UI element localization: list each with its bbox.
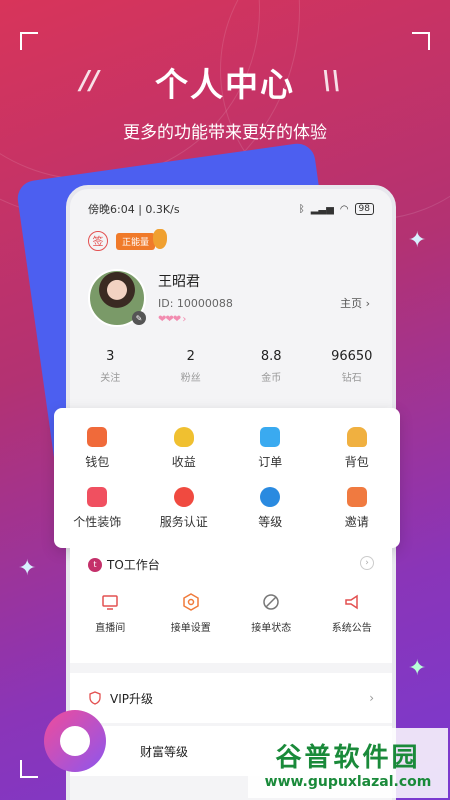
shirt-icon <box>87 486 108 507</box>
stat-value: 8.8 <box>260 349 282 364</box>
stats-row: 3 关注 2 粉丝 8.8 金币 96650 钻石 <box>70 327 392 384</box>
menu-item-invite[interactable]: 邀请 <box>314 478 401 538</box>
watermark-url: www.gupuxlazal.com <box>264 773 432 790</box>
wallet-icon <box>87 426 108 447</box>
workbench-item-order-status[interactable]: 接单状态 <box>231 593 312 634</box>
workbench-logo-icon: t <box>88 557 102 572</box>
menu-item-decoration[interactable]: 个性装饰 <box>54 478 141 538</box>
stat-coins[interactable]: 8.8 金币 <box>231 349 312 384</box>
workbench-item-label: 接单设置 <box>170 623 211 634</box>
order-settings-icon <box>183 593 199 611</box>
menu-item-certification[interactable]: 服务认证 <box>141 478 228 538</box>
stat-value: 2 <box>186 349 195 364</box>
menu-item-backpack[interactable]: 背包 <box>314 418 401 478</box>
edit-icon: ✎ <box>132 311 146 325</box>
workbench-title: TO工作台 <box>107 558 160 572</box>
vip-upgrade-row[interactable]: VIP升级 › <box>70 673 392 723</box>
workbench-item-announcement[interactable]: 系统公告 <box>312 593 393 634</box>
wifi-icon: ◠ <box>339 203 349 215</box>
chevron-right-icon: › <box>365 297 370 310</box>
chevron-right-icon[interactable]: › <box>360 556 374 570</box>
order-status-icon <box>263 594 279 610</box>
menu-item-wallet[interactable]: 钱包 <box>54 418 141 478</box>
status-bar: 傍晚6:04 | 0.3K/s ᛒ ▂▃▅ ◠ 98 <box>70 189 392 217</box>
certification-icon <box>173 486 194 507</box>
stat-label: 关注 <box>100 373 121 384</box>
app-screenshot: // \\ 个人中心 更多的功能带来更好的体验 ✦ ✦ ✦ ✦ 傍晚6:04 |… <box>0 0 450 800</box>
homepage-link[interactable]: 主页 › <box>340 295 370 311</box>
menu-label: 背包 <box>344 454 369 469</box>
workbench-item-label: 接单状态 <box>251 623 292 634</box>
vip-shield-icon <box>89 691 101 705</box>
stat-following[interactable]: 3 关注 <box>70 349 151 384</box>
moneybag-icon <box>173 426 194 447</box>
backpack-icon <box>346 426 367 447</box>
corner-bracket <box>412 32 430 50</box>
level-icon <box>260 486 281 507</box>
sign-in-button[interactable]: 签 <box>88 231 108 251</box>
announcement-icon <box>345 594 358 610</box>
wealth-level-label: 财富等级 <box>140 744 189 759</box>
corner-bracket <box>20 32 38 50</box>
bluetooth-icon: ᛒ <box>298 203 305 215</box>
stat-label: 粉丝 <box>180 373 201 384</box>
battery-level: 98 <box>354 203 374 215</box>
stat-diamonds[interactable]: 96650 钻石 <box>312 349 393 384</box>
user-id: ID: 10000088 <box>158 297 233 310</box>
menu-label: 服务认证 <box>159 514 208 529</box>
watermark-title: 谷普软件园 <box>275 742 421 773</box>
workbench-item-order-settings[interactable]: 接单设置 <box>151 593 232 634</box>
chevron-right-icon: › <box>369 691 374 705</box>
watermark: 谷普软件园 www.gupuxlazal.com <box>248 728 448 798</box>
positive-energy-badge[interactable]: 正能量 <box>116 228 168 250</box>
invite-icon <box>346 486 367 507</box>
avatar[interactable]: ✎ <box>88 269 146 327</box>
promo-subtitle: 更多的功能带来更好的体验 <box>123 123 327 143</box>
menu-item-level[interactable]: 等级 <box>227 478 314 538</box>
vip-upgrade-label: VIP升级 <box>110 691 153 706</box>
sparkle-icon: ✦ <box>408 656 427 681</box>
menu-item-orders[interactable]: 订单 <box>227 418 314 478</box>
stat-followers[interactable]: 2 粉丝 <box>151 349 232 384</box>
profile-section: ✎ 王昭君 ID: 10000088 ❤❤❤ › 主页 › <box>70 251 392 327</box>
signal-icon: ▂▃▅ <box>310 203 334 215</box>
stat-value: 3 <box>106 349 115 364</box>
menu-label: 邀请 <box>344 514 369 529</box>
menu-label: 钱包 <box>85 454 110 469</box>
heart-level-icon: ❤❤❤ › <box>158 314 186 325</box>
menu-label: 订单 <box>258 454 283 469</box>
stat-label: 金币 <box>261 373 282 384</box>
workbench-section: t TO工作台 › 直播间 接单设置 接单状态 系统公告 <box>70 548 392 663</box>
workbench-item-live-room[interactable]: 直播间 <box>70 593 151 634</box>
floating-action-button[interactable] <box>44 710 106 772</box>
corner-bracket <box>20 760 38 778</box>
menu-label: 个性装饰 <box>73 514 122 529</box>
workbench-item-label: 系统公告 <box>331 623 372 634</box>
menu-label: 收益 <box>171 454 196 469</box>
live-room-icon <box>102 595 118 610</box>
menu-item-earnings[interactable]: 收益 <box>141 418 228 478</box>
homepage-label: 主页 <box>340 297 363 310</box>
promo-headline: 个人中心 <box>155 65 295 104</box>
feature-menu-card: 钱包 收益 订单 背包 个性装饰 服务认证 等级 邀请 <box>54 408 400 548</box>
order-icon <box>260 426 281 447</box>
workbench-item-label: 直播间 <box>95 623 126 634</box>
status-time: 傍晚6:04 | 0.3K/s <box>88 203 180 216</box>
stat-label: 钻石 <box>341 373 362 384</box>
user-name: 王昭君 <box>158 274 200 290</box>
menu-label: 等级 <box>258 514 283 529</box>
robot-icon <box>60 726 90 756</box>
stat-value: 96650 <box>331 349 373 364</box>
sparkle-icon: ✦ <box>408 228 427 253</box>
sparkle-icon: ✦ <box>18 556 37 581</box>
